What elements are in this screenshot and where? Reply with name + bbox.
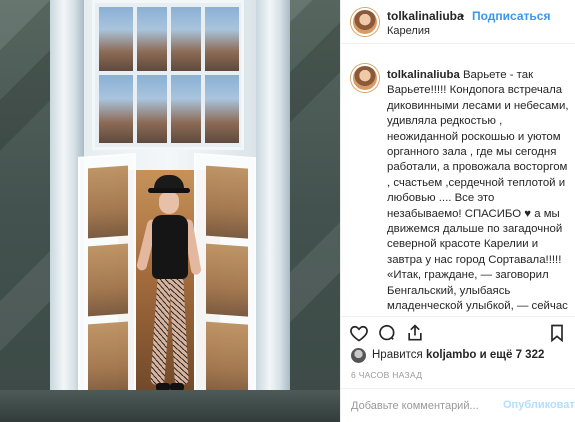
likes-count[interactable]: и ещё 7 322 [476,349,545,361]
separator-dot: • [460,9,465,23]
comment-bar: Опубликовать [341,388,575,422]
author-username[interactable]: tolkalinaliuba [387,9,464,23]
white-column-right [256,0,290,400]
share-icon[interactable] [405,323,427,343]
upper-window [92,0,244,150]
comment-input[interactable] [351,398,501,414]
post-timestamp[interactable]: 6 ЧАСОВ НАЗАД [351,370,422,380]
heart-icon[interactable] [349,323,371,343]
stone-floor [0,390,340,422]
post-caption: tolkalinaliuba Варьете - так Варьете!!!!… [387,68,569,314]
post-photo[interactable] [0,0,340,422]
caption-scroll-area[interactable]: tolkalinaliuba Варьете - так Варьете!!!!… [341,50,575,314]
action-bar [341,316,575,346]
caption-username[interactable]: tolkalinaliuba [387,69,460,81]
open-door-right [194,152,256,416]
post-location[interactable]: Карелия [387,25,430,37]
likes-prefix: Нравится [372,349,426,361]
follow-button[interactable]: Подписаться [472,9,550,23]
open-door-left [78,152,136,416]
caption-text: Варьете - так Варьете!!!!! Кондопога вст… [387,69,569,313]
publish-button[interactable]: Опубликовать [503,399,575,411]
liker-username[interactable]: koljambo [426,349,476,361]
comment-icon[interactable] [377,323,399,343]
bookmark-icon[interactable] [547,323,569,343]
likes-text: Нравится koljambo и ещё 7 322 [372,349,544,361]
caption-author-avatar[interactable] [351,64,379,92]
post-header: tolkalinaliuba • Подписаться Карелия [341,0,575,44]
post-side-panel: tolkalinaliuba • Подписаться Карелия tol… [340,0,575,422]
woman-figure [135,175,202,395]
liker-avatar[interactable] [351,348,366,363]
author-avatar[interactable] [351,8,379,36]
